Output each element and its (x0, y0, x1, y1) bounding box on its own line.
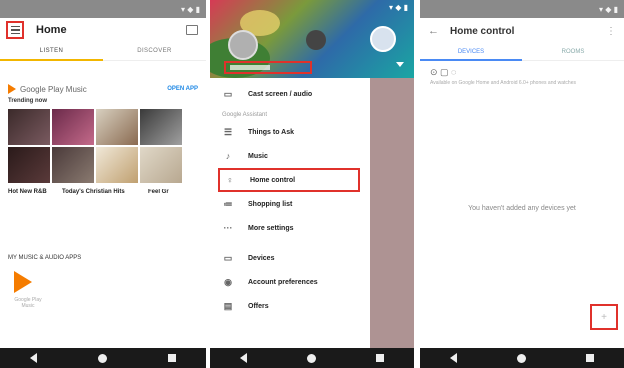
navigation-drawer-screen: ▾ ◆ ▮ ▭ Cast screen / audio Google Assis… (210, 0, 414, 368)
chevron-down-icon[interactable] (396, 62, 404, 67)
status-bar: ▾ ◆ ▮ (0, 0, 206, 18)
account-selector[interactable] (224, 61, 312, 74)
drawer-item-devices[interactable]: ▭ Devices (210, 246, 370, 270)
back-arrow-icon[interactable]: ← (428, 25, 442, 37)
google-play-music-icon (8, 84, 16, 94)
tab-bar: LISTEN DISCOVER (0, 42, 206, 61)
home-icon[interactable] (97, 353, 107, 363)
playlist-caption[interactable]: Feel Gr (148, 189, 178, 195)
app-bar: Home (0, 18, 206, 42)
playlist-thumbnail[interactable] (8, 147, 50, 183)
drawer-item-music[interactable]: ♪ Music (210, 144, 370, 168)
more-horizontal-icon: ··· (223, 223, 233, 233)
playlist-caption[interactable]: Today's Christian Hits (62, 189, 148, 195)
page-title: Home (36, 24, 67, 36)
playlist-thumbnail[interactable] (96, 109, 138, 145)
drawer-item-label: Shopping list (248, 200, 293, 208)
home-control-screen: ▾ ◆ ▮ ← Home control ⋮ DEVICES ROOMS ⊙ ▢… (420, 0, 624, 368)
devices-icon: ▭ (223, 252, 233, 263)
checklist-icon: ☰ (223, 126, 233, 137)
drawer-item-things-to-ask[interactable]: ☰ Things to Ask (210, 120, 370, 144)
cast-icon: ▭ (223, 88, 233, 99)
nav-bar (420, 348, 624, 368)
back-icon[interactable] (450, 353, 457, 363)
drawer-item-label: Things to Ask (248, 128, 295, 136)
playlist-thumbnail[interactable] (96, 147, 138, 183)
tab-devices[interactable]: DEVICES (420, 49, 522, 55)
status-bar: ▾ ◆ ▮ (388, 2, 408, 12)
home-screen: ▾ ◆ ▮ Home LISTEN DISCOVER Google Play M… (0, 0, 206, 368)
drawer-item-cast[interactable]: ▭ Cast screen / audio (210, 82, 370, 106)
playlist-thumbnail[interactable] (140, 109, 182, 145)
drawer-item-offers[interactable]: ▤ Offers (210, 294, 370, 318)
avatar[interactable] (306, 30, 326, 50)
tab-indicator (0, 59, 103, 61)
drawer-item-home-control[interactable]: ♀ Home control (218, 168, 360, 192)
avatar[interactable] (228, 30, 258, 60)
empty-state-message: You haven't added any devices yet (468, 205, 576, 212)
back-icon[interactable] (240, 353, 247, 363)
home-icon[interactable] (517, 353, 526, 363)
tab-rooms[interactable]: ROOMS (522, 49, 624, 55)
nav-bar (0, 348, 206, 368)
music-note-icon: ♪ (225, 151, 231, 161)
playlist-thumbnail[interactable] (140, 147, 182, 183)
tab-discover[interactable]: DISCOVER (103, 48, 206, 54)
drawer-menu: ▭ Cast screen / audio Google Assistant ☰… (210, 78, 370, 348)
tab-bar: DEVICES ROOMS (420, 44, 624, 61)
open-app-link[interactable]: OPEN APP (167, 86, 198, 92)
google-play-music-app-icon[interactable] (14, 271, 32, 293)
account-icon: ◉ (224, 276, 232, 287)
drawer-item-label: Account preferences (248, 278, 318, 286)
recents-icon[interactable] (586, 354, 594, 362)
drawer-item-label: Cast screen / audio (248, 90, 313, 98)
avatar[interactable] (370, 26, 396, 52)
nav-bar (210, 348, 414, 368)
play-icon[interactable] (52, 147, 94, 183)
status-bar: ▾ ◆ ▮ (420, 0, 624, 18)
service-name: Google Play Music (20, 84, 87, 94)
list-icon: ≔ (223, 198, 233, 209)
drawer-item-label: Devices (248, 254, 275, 262)
playlist-thumbnail[interactable] (52, 109, 94, 145)
drawer-item-shopping-list[interactable]: ≔ Shopping list (210, 192, 370, 216)
drawer-item-more-settings[interactable]: ··· More settings (210, 216, 370, 240)
cast-icon[interactable] (186, 25, 198, 35)
section-label: Google Assistant (222, 112, 268, 118)
more-vert-icon[interactable]: ⋮ (606, 26, 616, 37)
drawer-header: ▾ ◆ ▮ (210, 0, 414, 78)
drawer-item-label: Music (248, 152, 268, 160)
tab-listen[interactable]: LISTEN (0, 48, 103, 54)
back-icon[interactable] (30, 353, 38, 363)
section-heading: Trending now (8, 98, 47, 104)
drawer-item-label: Home control (250, 176, 296, 184)
device-type-icons: ⊙ ▢ ◌ (430, 67, 457, 77)
drawer-item-label: Offers (248, 302, 269, 310)
hamburger-menu-icon[interactable] (6, 21, 24, 39)
recents-icon[interactable] (376, 354, 384, 362)
tab-indicator (420, 59, 522, 61)
apps-heading: MY MUSIC & AUDIO APPS (8, 255, 82, 261)
playlist-caption[interactable]: Hot New R&B (8, 189, 62, 195)
lightbulb-icon: ♀ (226, 175, 234, 185)
app-bar: ← Home control ⋮ (420, 18, 624, 44)
drawer-item-account-preferences[interactable]: ◉ Account preferences (210, 270, 370, 294)
recents-icon[interactable] (167, 354, 176, 362)
playlist-thumbnail[interactable] (8, 109, 50, 145)
scrim[interactable] (370, 78, 414, 348)
playlist-captions: Hot New R&B Today's Christian Hits Feel … (0, 189, 206, 195)
availability-note: Available on Google Home and Android 6.0… (430, 80, 576, 86)
page-title: Home control (450, 25, 515, 37)
drawer-item-label: More settings (248, 224, 294, 232)
offers-icon: ▤ (223, 300, 233, 311)
app-label: Google Play Music (14, 297, 42, 309)
playlist-thumbnails (0, 109, 206, 145)
home-icon[interactable] (307, 353, 316, 363)
add-device-button[interactable]: + (590, 304, 618, 330)
google-play-music-header: Google Play Music OPEN APP (0, 83, 206, 95)
playlist-thumbnails (0, 147, 206, 183)
